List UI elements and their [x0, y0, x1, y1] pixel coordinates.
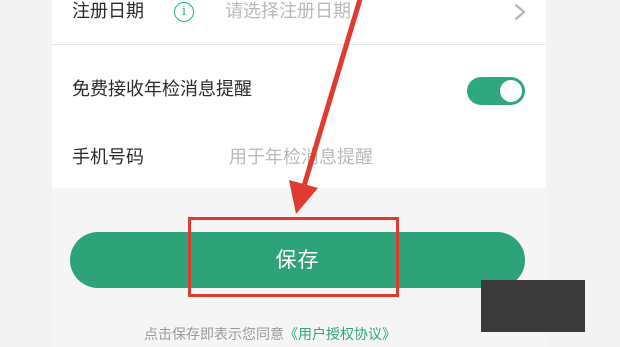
phone-label: 手机号码 — [72, 147, 144, 168]
reminder-toggle[interactable] — [467, 77, 525, 105]
info-icon[interactable]: i — [174, 2, 194, 22]
screen: 注册日期 i 请选择注册日期 免费接收年检消息提醒 手机号码 用于年检消息提醒 … — [0, 0, 620, 347]
registration-date-label: 注册日期 — [72, 1, 144, 22]
form-card: 注册日期 i 请选择注册日期 免费接收年检消息提醒 手机号码 用于年检消息提醒 — [52, 0, 546, 188]
left-margin — [0, 0, 52, 347]
registration-date-placeholder: 请选择注册日期 — [225, 1, 351, 22]
agreement-text: 点击保存即表示您同意《用户授权协议》 — [144, 325, 396, 345]
reminder-label: 免费接收年检消息提醒 — [72, 79, 252, 100]
annotation-highlight-box — [188, 217, 399, 297]
phone-input[interactable]: 用于年检消息提醒 — [229, 146, 373, 170]
chevron-right-icon — [514, 3, 526, 21]
redaction-block — [481, 280, 585, 332]
phone-row: 手机号码 用于年检消息提醒 — [52, 126, 546, 186]
toggle-knob — [500, 80, 522, 102]
reminder-row: 免费接收年检消息提醒 — [52, 60, 546, 120]
registration-date-row[interactable]: 注册日期 i 请选择注册日期 — [52, 0, 546, 45]
agreement-prefix: 点击保存即表示您同意 — [144, 327, 284, 343]
user-agreement-link[interactable]: 《用户授权协议》 — [284, 327, 396, 343]
